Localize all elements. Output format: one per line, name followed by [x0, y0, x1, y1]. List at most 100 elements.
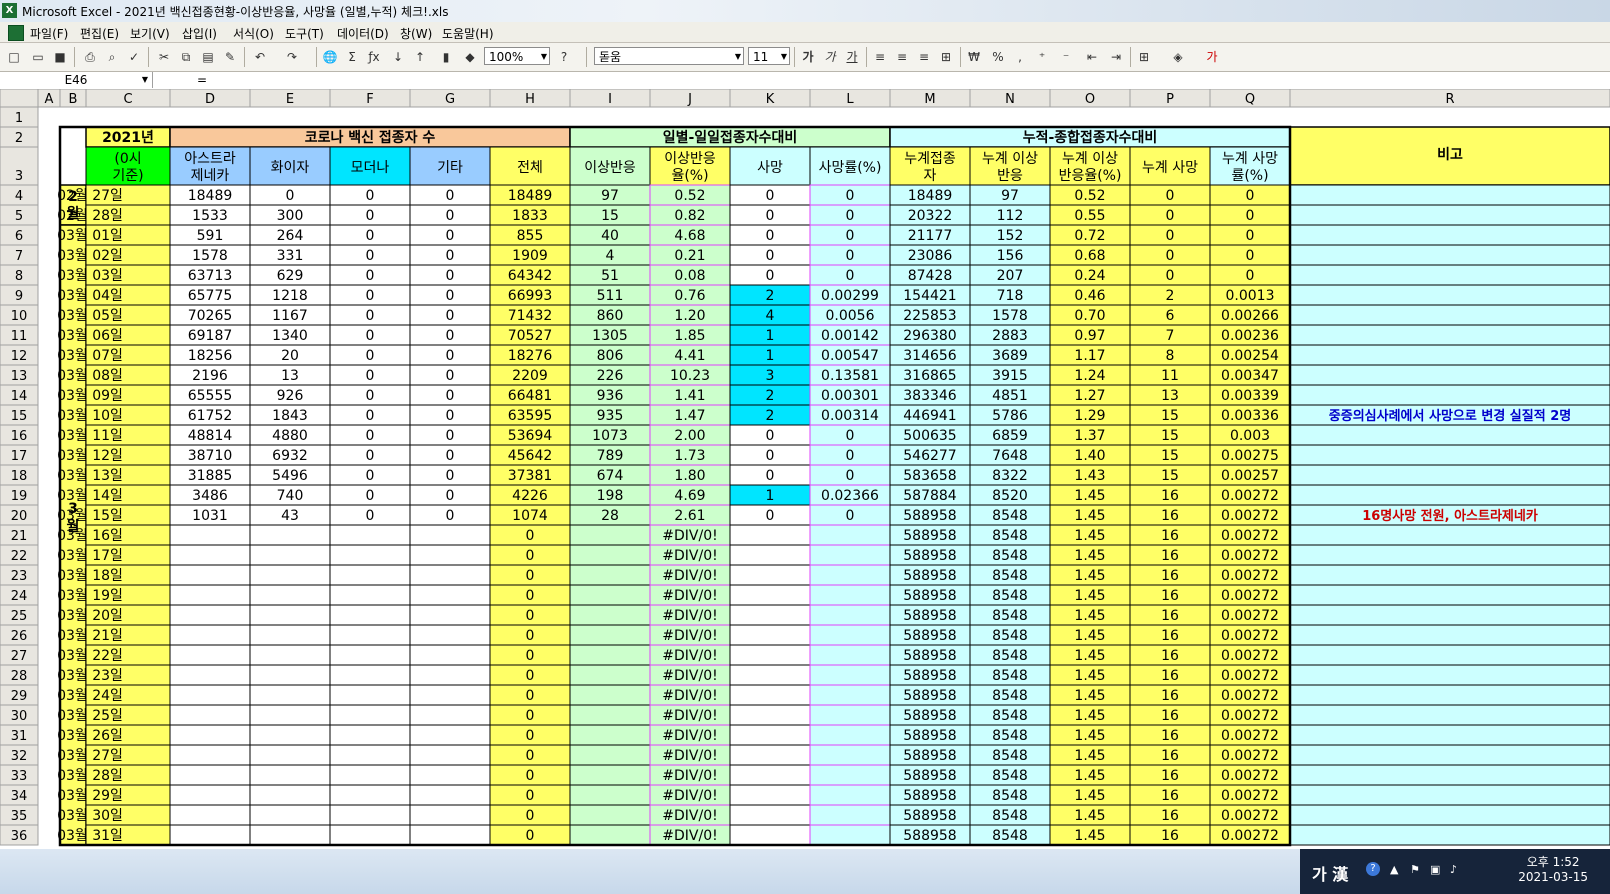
cell[interactable] [569, 784, 651, 806]
align-center-icon[interactable]: ≡ [894, 49, 910, 65]
cell[interactable] [1289, 484, 1610, 506]
cell[interactable] [729, 724, 811, 746]
cell[interactable] [729, 684, 811, 706]
cut-icon[interactable]: ✂ [156, 49, 172, 65]
open-folder-icon[interactable]: ▭ [30, 49, 46, 65]
cell[interactable] [249, 824, 331, 846]
cell[interactable] [249, 784, 331, 806]
cell[interactable] [169, 544, 251, 566]
cell[interactable] [169, 764, 251, 786]
cell[interactable] [329, 724, 411, 746]
autosum-icon[interactable]: Σ [344, 49, 360, 65]
cell[interactable] [569, 524, 651, 546]
cell[interactable] [729, 764, 811, 786]
function-icon[interactable]: ƒx [366, 49, 382, 65]
cell[interactable] [409, 744, 491, 766]
cell[interactable] [329, 764, 411, 786]
cell[interactable] [1289, 444, 1610, 466]
cell[interactable] [169, 624, 251, 646]
bold-icon[interactable]: 가 [800, 49, 816, 65]
cell[interactable] [569, 584, 651, 606]
cell[interactable] [1289, 324, 1610, 346]
cell[interactable] [169, 704, 251, 726]
cell[interactable] [809, 764, 891, 786]
menu-view[interactable]: 보기(V) [130, 25, 170, 42]
cell[interactable] [329, 744, 411, 766]
sort-descending-icon[interactable]: ↑ [412, 49, 428, 65]
cell[interactable] [409, 724, 491, 746]
ime-help-icon[interactable]: ? [1366, 862, 1380, 876]
cell[interactable] [249, 704, 331, 726]
cell[interactable] [249, 544, 331, 566]
cell[interactable] [809, 724, 891, 746]
hyperlink-icon[interactable]: 🌐 [322, 49, 338, 65]
cell[interactable] [169, 744, 251, 766]
cell[interactable] [729, 784, 811, 806]
menu-edit[interactable]: 편집(E) [80, 25, 119, 42]
cell[interactable] [329, 584, 411, 606]
undo-icon[interactable]: ↶ [252, 49, 268, 65]
cell[interactable] [1289, 264, 1610, 286]
cell[interactable] [1289, 384, 1610, 406]
cell[interactable] [329, 624, 411, 646]
cell[interactable] [249, 584, 331, 606]
cell[interactable] [809, 524, 891, 546]
cell[interactable] [329, 644, 411, 666]
borders-icon[interactable]: ⊞ [1136, 49, 1152, 65]
cell[interactable] [809, 624, 891, 646]
menu-help[interactable]: 도움말(H) [442, 25, 494, 42]
cell[interactable] [729, 564, 811, 586]
comma-icon[interactable]: , [1012, 49, 1028, 65]
cell[interactable] [569, 644, 651, 666]
cell[interactable] [569, 564, 651, 586]
cell[interactable] [409, 624, 491, 646]
cell[interactable] [729, 624, 811, 646]
cell[interactable] [1289, 824, 1610, 846]
menu-tools[interactable]: 도구(T) [285, 25, 324, 42]
cell[interactable] [569, 704, 651, 726]
volume-icon[interactable]: ♪ [1450, 863, 1457, 876]
cell[interactable] [809, 704, 891, 726]
ime-indicator[interactable]: 가 漢 [1312, 861, 1348, 885]
paste-icon[interactable]: ▤ [200, 49, 216, 65]
worksheet-grid[interactable]: A B C D E F G H I J K L M N O P Q R 1 2 3 4 5 6 7 8 9 10 11 12 13 14 15 1… [0, 89, 1610, 849]
fill-color-icon[interactable]: ◈ [1170, 49, 1186, 65]
cell[interactable] [329, 684, 411, 706]
cell[interactable] [569, 744, 651, 766]
cell[interactable] [1289, 624, 1610, 646]
cell[interactable] [809, 784, 891, 806]
new-document-icon[interactable]: □ [6, 49, 22, 65]
cell[interactable] [1289, 424, 1610, 446]
cell[interactable] [329, 704, 411, 726]
cell[interactable] [409, 544, 491, 566]
spreadsheet-canvas[interactable]: A B C D E F G H I J K L M N O P Q R1234567891011121314151… [0, 89, 1610, 849]
menu-file[interactable]: 파일(F) [30, 25, 68, 42]
name-box[interactable]: E46 ▼ [0, 72, 153, 88]
redo-icon[interactable]: ↷ [284, 49, 300, 65]
cell[interactable] [1289, 724, 1610, 746]
cell[interactable] [329, 784, 411, 806]
font-size-select[interactable]: 11 ▼ [748, 47, 790, 65]
cell[interactable] [1289, 784, 1610, 806]
cell[interactable] [249, 764, 331, 786]
cell[interactable] [1289, 764, 1610, 786]
cell[interactable] [809, 644, 891, 666]
cell[interactable] [329, 804, 411, 826]
merge-center-icon[interactable]: ⊞ [938, 49, 954, 65]
decrease-indent-icon[interactable]: ⇤ [1084, 49, 1100, 65]
cell[interactable] [249, 624, 331, 646]
drawing-icon[interactable]: ◆ [462, 49, 478, 65]
increase-indent-icon[interactable]: ⇥ [1108, 49, 1124, 65]
spelling-icon[interactable]: ✓ [126, 49, 142, 65]
currency-icon[interactable]: ₩ [966, 49, 982, 65]
save-icon[interactable]: ■ [52, 49, 68, 65]
cell[interactable] [329, 604, 411, 626]
cell[interactable] [409, 644, 491, 666]
cell[interactable] [169, 644, 251, 666]
tray-clock[interactable]: 오후 1:52 2021-03-15 [1518, 855, 1588, 885]
cell[interactable] [569, 824, 651, 846]
cell[interactable] [809, 744, 891, 766]
cell[interactable] [329, 664, 411, 686]
italic-icon[interactable]: 가 [822, 49, 838, 65]
cell[interactable] [169, 824, 251, 846]
